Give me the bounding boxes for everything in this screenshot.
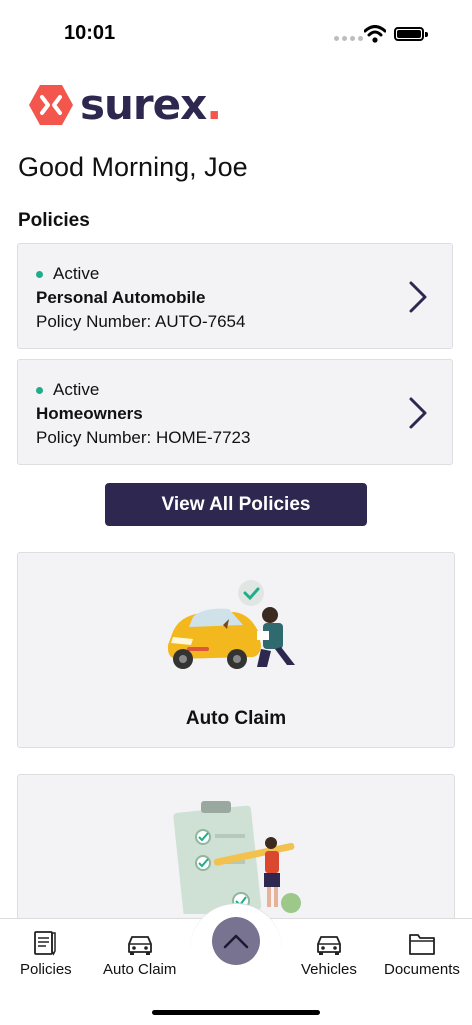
- folder-icon: [409, 934, 435, 955]
- home-indicator: [152, 1010, 320, 1015]
- surex-logo: surex.: [28, 80, 222, 129]
- car-icon: [127, 936, 152, 955]
- chevron-right-icon[interactable]: [408, 396, 428, 430]
- cellular-signal-icon: [334, 36, 363, 41]
- chevron-right-icon[interactable]: [408, 280, 428, 314]
- tab-policies-label: Policies: [20, 961, 72, 978]
- battery-icon: [394, 27, 424, 41]
- policy-name: Personal Automobile: [36, 288, 206, 307]
- car-damage-inspection-illustration: [167, 580, 295, 669]
- greeting-text: Good Morning, Joe: [18, 152, 248, 182]
- tab-policies[interactable]: Policies: [20, 929, 72, 978]
- policy-name: Homeowners: [36, 404, 143, 423]
- policy-status-label: Active: [53, 380, 100, 399]
- policy-status-label: Active: [53, 264, 100, 283]
- policy-document-icon: [33, 931, 56, 956]
- tab-auto-claim[interactable]: Auto Claim: [103, 929, 176, 978]
- policy-number: Policy Number: HOME-7723: [36, 428, 251, 447]
- status-time: 10:01: [64, 22, 116, 44]
- tab-vehicles[interactable]: Vehicles: [301, 929, 357, 978]
- bottom-tab-bar: Policies Auto Claim Vehicles Documents: [0, 903, 472, 1025]
- tab-documents-label: Documents: [384, 961, 460, 978]
- chevron-up-icon: [223, 934, 249, 949]
- checklist-clipboard-illustration: [173, 801, 301, 914]
- car-icon: [317, 936, 341, 955]
- auto-claim-card[interactable]: Auto Claim: [17, 552, 455, 748]
- battery-tip: [425, 32, 428, 37]
- surex-logo-mark-icon: [29, 84, 73, 125]
- auto-claim-label: Auto Claim: [185, 708, 287, 729]
- policy-status: Active: [36, 380, 99, 400]
- policy-card-home[interactable]: Active Homeowners Policy Number: HOME-77…: [17, 359, 453, 465]
- expand-menu-button[interactable]: [212, 917, 260, 965]
- status-bar: 10:01: [0, 0, 472, 60]
- surex-wordmark: surex.: [80, 80, 222, 129]
- tab-auto-claim-label: Auto Claim: [103, 961, 177, 978]
- status-dot-icon: [36, 386, 43, 394]
- policy-number: Policy Number: AUTO-7654: [36, 312, 246, 331]
- tab-documents[interactable]: Documents: [384, 929, 460, 978]
- status-dot-icon: [36, 270, 43, 278]
- policy-card-auto[interactable]: Active Personal Automobile Policy Number…: [17, 243, 453, 349]
- policies-section-title: Policies: [18, 210, 90, 231]
- policy-status: Active: [36, 264, 99, 284]
- wifi-icon: [364, 25, 386, 43]
- tab-vehicles-label: Vehicles: [301, 961, 357, 978]
- view-all-policies-button[interactable]: View All Policies: [105, 483, 367, 526]
